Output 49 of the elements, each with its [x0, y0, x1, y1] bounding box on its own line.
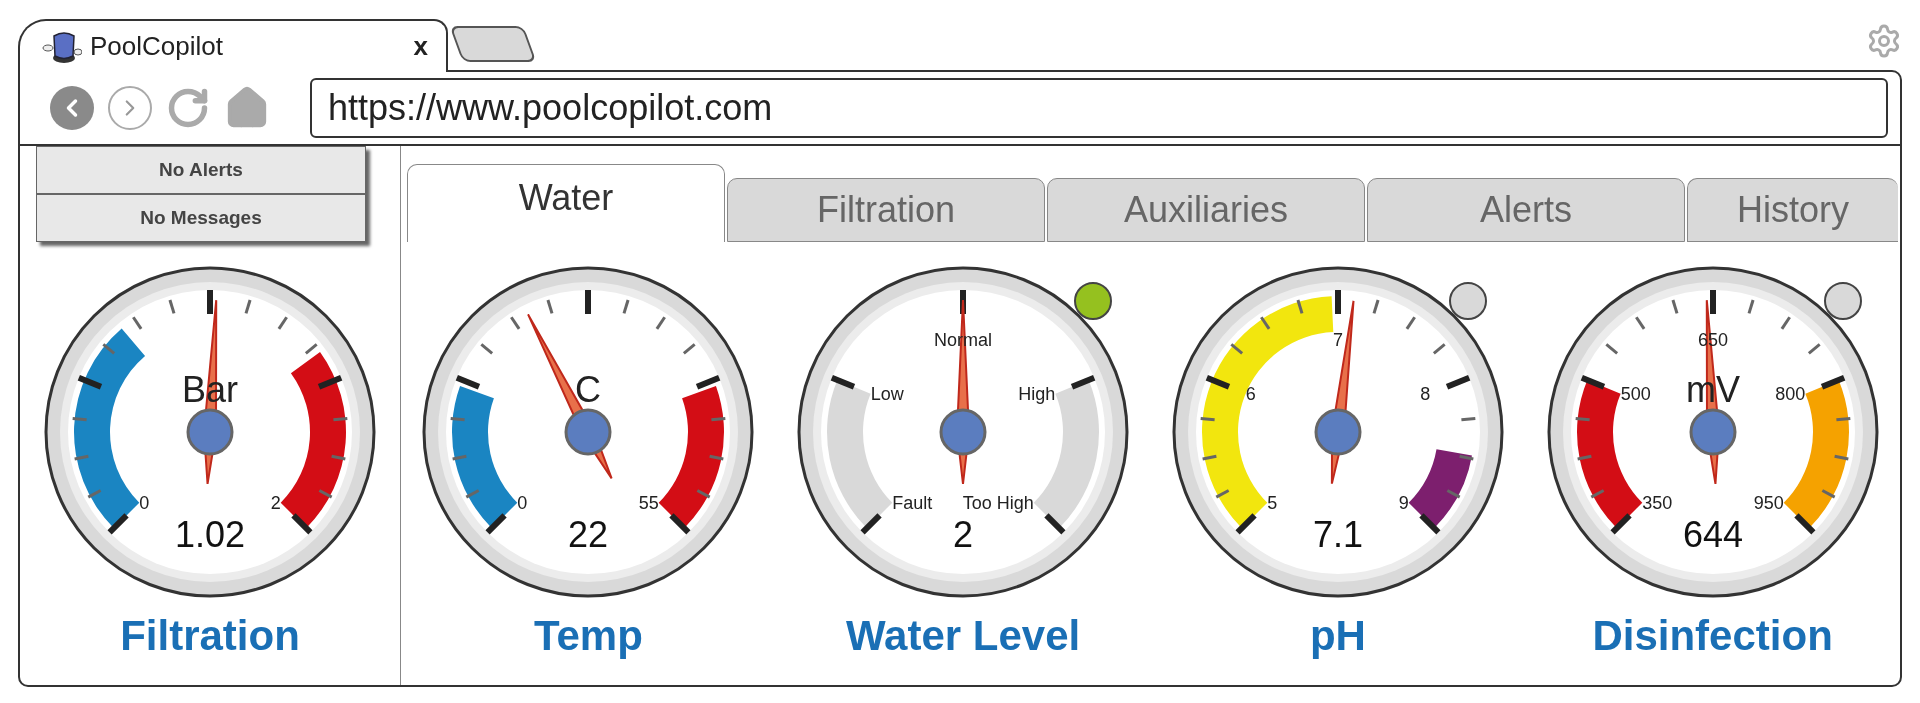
scale-label: 6 — [1245, 383, 1256, 404]
tab[interactable]: Filtration — [727, 178, 1045, 242]
scale-label: 0 — [517, 492, 528, 513]
tab[interactable]: Alerts — [1367, 178, 1685, 242]
unit-label: C — [575, 369, 602, 410]
scale-label: 8 — [1420, 383, 1431, 404]
scale-label: 800 — [1774, 383, 1805, 404]
scale-label: 950 — [1753, 492, 1784, 513]
address-field[interactable]: https://www.poolcopilot.com — [310, 78, 1888, 138]
gauge-reading: 2 — [953, 514, 974, 555]
needle-hub — [939, 408, 987, 456]
gauge-reading: 1.02 — [174, 514, 246, 555]
browser-tab[interactable]: PoolCopilot x — [18, 19, 448, 72]
gauge-reading: 644 — [1682, 514, 1743, 555]
scale-label: 0 — [139, 492, 150, 513]
back-button[interactable] — [50, 86, 94, 130]
tab[interactable]: Water — [407, 164, 725, 242]
scale-label: Low — [870, 383, 904, 404]
scale-label: High — [1018, 383, 1056, 404]
scale-label: Fault — [892, 492, 933, 513]
tab[interactable]: History — [1687, 178, 1898, 242]
close-tab-button[interactable]: x — [413, 31, 428, 62]
settings-icon[interactable] — [1866, 23, 1902, 59]
gauge-title: Disinfection — [1592, 612, 1833, 660]
gauge-title: Temp — [533, 612, 643, 660]
scale-label: 5 — [1267, 492, 1278, 513]
forward-button[interactable] — [108, 86, 152, 130]
scale-label: 500 — [1620, 383, 1651, 404]
new-tab-button[interactable] — [449, 26, 537, 62]
scale-label: 350 — [1641, 492, 1672, 513]
scale-label: 9 — [1398, 492, 1409, 513]
notice-button[interactable]: No Alerts — [36, 146, 366, 194]
reload-icon[interactable] — [166, 86, 210, 130]
needle-hub — [186, 408, 234, 456]
gauge-reading: 22 — [568, 514, 609, 555]
gauge-title: Water Level — [846, 612, 1081, 660]
notice-button[interactable]: No Messages — [36, 194, 366, 242]
needle-hub — [1314, 408, 1362, 456]
scale-label: Too High — [962, 492, 1034, 513]
scale-label: 7 — [1332, 330, 1343, 350]
tab-title: PoolCopilot — [90, 31, 224, 62]
needle-hub — [564, 408, 612, 456]
gauge-title: pH — [1309, 612, 1366, 660]
scale-label: 2 — [270, 492, 281, 513]
gauge-title: Filtration — [120, 612, 300, 660]
tab[interactable]: Auxiliaries — [1047, 178, 1365, 242]
scale-label: 55 — [639, 492, 660, 513]
gauge-reading: 7.1 — [1312, 514, 1363, 555]
needle-hub — [1689, 408, 1737, 456]
